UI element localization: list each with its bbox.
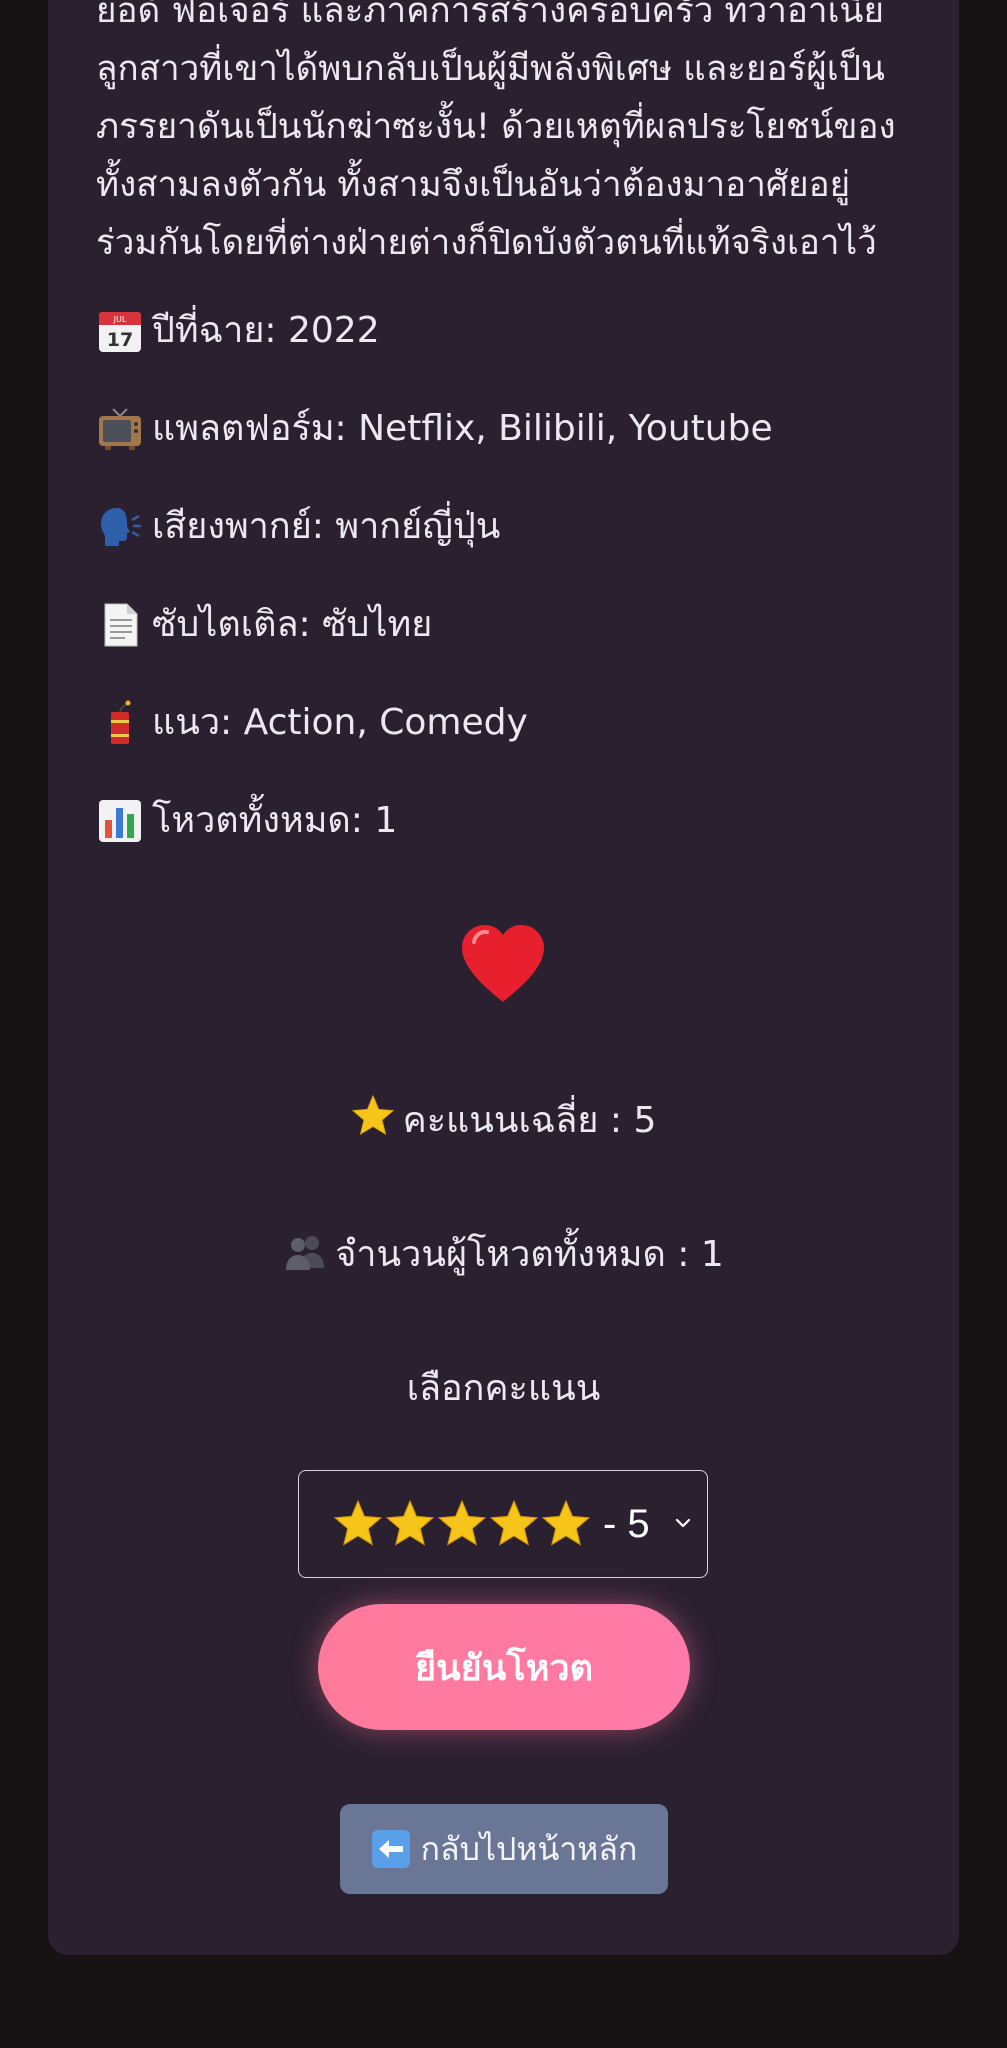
selected-rating-value: - 5	[603, 1501, 650, 1546]
svg-text:JUL: JUL	[113, 315, 127, 324]
synopsis-line: ยอด์ ฟอเจอร์ และภาคการสร้างครอบครัว ทว่า…	[96, 0, 884, 31]
bar-chart-icon	[96, 797, 144, 845]
synopsis-line: ลูกสาวที่เขาได้พบกลับเป็นผู้มีพลังพิเศษ …	[96, 49, 885, 89]
info-genre-text: แนว: Action, Comedy	[152, 702, 528, 743]
chevron-down-icon	[675, 1518, 691, 1528]
choose-rating-label: เลือกคะแนน	[406, 1368, 601, 1409]
info-platform: แพลตฟอร์ม: Netflix, Bilibili, Youtube	[96, 394, 926, 492]
back-home-label: กลับไปหน้าหลัก	[420, 1829, 638, 1868]
calendar-icon: JUL 17	[96, 307, 144, 355]
info-subtitle: ซับไตเติล: ซับไทย	[96, 590, 926, 688]
back-home-button[interactable]: กลับไปหน้าหลัก	[340, 1804, 668, 1894]
info-dub: เสียงพากย์: พากย์ญี่ปุ่น	[96, 492, 926, 590]
rating-star-icon	[489, 1499, 539, 1546]
tv-icon	[96, 405, 144, 453]
info-platform-text: แพลตฟอร์ม: Netflix, Bilibili, Youtube	[152, 408, 773, 449]
left-arrow-icon	[371, 1829, 411, 1869]
info-subtitle-text: ซับไตเติล: ซับไทย	[152, 604, 433, 645]
heart-icon[interactable]	[458, 922, 548, 1006]
people-icon	[283, 1232, 327, 1286]
synopsis: ยอด์ ฟอเจอร์ และภาคการสร้างครอบครัว ทว่า…	[96, 0, 926, 272]
firecracker-icon	[96, 699, 144, 747]
rating-star-icon	[437, 1499, 487, 1546]
average-rating-text: คะแนนเฉลี่ย : 5	[402, 1100, 657, 1141]
info-dub-text: เสียงพากย์: พากย์ญี่ปุ่น	[152, 506, 501, 547]
star-icon	[351, 1094, 395, 1152]
info-votes-text: โหวตทั้งหมด: 1	[152, 800, 398, 841]
selected-stars	[333, 1499, 591, 1549]
rating-star-icon	[541, 1499, 591, 1546]
voter-count: จำนวนผู้โหวตทั้งหมด : 1	[0, 1230, 1007, 1286]
synopsis-line: ร่วมกันโดยที่ต่างฝ่ายต่างก็ปิดบังตัวตนที…	[96, 223, 877, 263]
synopsis-line: ทั้งสามลงตัวกัน ทั้งสามจึงเป็นอันว่าต้อง…	[96, 165, 851, 205]
info-votes: โหวตทั้งหมด: 1	[96, 786, 926, 884]
info-genre: แนว: Action, Comedy	[96, 688, 926, 786]
info-year: JUL 17 ปีที่ฉาย: 2022	[96, 296, 926, 394]
synopsis-line: ภรรยาดันเป็นนักฆ่าซะงั้น! ด้วยเหตุที่ผลป…	[96, 107, 896, 147]
rating-star-icon	[333, 1499, 383, 1546]
rating-select[interactable]: - 5	[298, 1470, 708, 1578]
speaking-head-icon	[96, 503, 144, 551]
voter-count-text: จำนวนผู้โหวตทั้งหมด : 1	[335, 1234, 724, 1275]
confirm-vote-button[interactable]: ยืนยันโหวต	[318, 1604, 690, 1730]
svg-text:17: 17	[107, 329, 133, 351]
rating-star-icon	[385, 1499, 435, 1546]
info-year-text: ปีที่ฉาย: 2022	[152, 310, 380, 351]
page-icon	[96, 601, 144, 649]
average-rating: คะแนนเฉลี่ย : 5	[0, 1094, 1007, 1152]
info-list: JUL 17 ปีที่ฉาย: 2022 แพลตฟอร์ม: Netflix…	[96, 296, 926, 884]
